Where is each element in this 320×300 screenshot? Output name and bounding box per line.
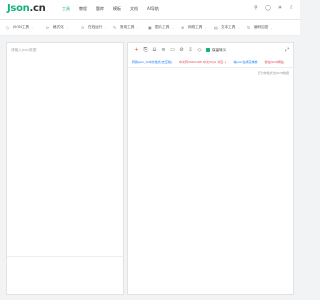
tool-image[interactable]: ▣ 图片工具 ⌄ — [148, 25, 174, 30]
keep-escape-label: 保留转义 — [212, 47, 227, 52]
escape-icon[interactable]: ≋ — [159, 47, 168, 53]
night-icon[interactable]: ☾ — [289, 5, 295, 11]
nav-item-ai-nav[interactable]: AI导航 — [147, 6, 159, 12]
nav-item-tools[interactable]: 工具 — [62, 6, 70, 12]
tool-text[interactable]: ▤ 文本工具 ⌄ — [214, 25, 240, 30]
nav-item-questions[interactable]: 题库 — [96, 6, 104, 12]
tool-encode[interactable]: ↻ 编码加密 ⌄ — [247, 25, 273, 30]
input-footer-area — [7, 256, 123, 294]
link-json-to-chinese[interactable]: 转换json_to中文格式(去空格) — [132, 60, 172, 64]
expand-icon[interactable]: ⤢ — [285, 47, 289, 53]
download-icon[interactable]: ⇩ — [186, 47, 195, 53]
nav-item-templates[interactable]: 模板 — [113, 6, 121, 12]
user-icon[interactable]: ◯ — [265, 5, 271, 11]
link-json-site[interactable]: 我在JSON网站 — [264, 60, 283, 64]
file-icon[interactable]: ▭ — [168, 47, 177, 53]
online-icon: ⊙ — [81, 25, 85, 30]
site-logo[interactable]: Json.cn — [7, 3, 46, 14]
json-input-panel: 请输入json数据 — [6, 42, 124, 295]
tool-online-run[interactable]: ⊙ 在线运行 ⌄ — [81, 25, 107, 30]
search-icon[interactable]: ⚲ — [253, 5, 259, 11]
nav-item-tutorial[interactable]: 教程 — [79, 6, 87, 12]
link-chinese-to-unicode[interactable]: 中文转UNICODE,中文(0)(0 对应..) — [179, 60, 226, 64]
light-icon[interactable]: ☀ — [277, 5, 283, 11]
web-icon: ⊕ — [181, 25, 185, 30]
image-icon: ▣ — [148, 25, 152, 30]
link-json-to-entity[interactable]: 将json生成实体类 — [233, 60, 257, 64]
copy-icon[interactable]: ⎘ — [141, 47, 150, 53]
tool-format[interactable]: ⊳ 格式化 ⌄ — [46, 25, 68, 30]
json-icon: ◇ — [6, 25, 10, 30]
output-toolbar: + ⎘ ⇊ ≋ ▭ ⊘ ⇩ ◇ 保留转义 — [132, 47, 226, 53]
quick-links: 转换json_to中文格式(去空格) 中文转UNICODE,中文(0)(0 对应… — [132, 60, 291, 64]
nav-item-docs[interactable]: 文档 — [130, 6, 138, 12]
encode-icon: ↻ — [247, 25, 251, 30]
output-divider — [128, 67, 293, 68]
main-nav: 工具 教程 题库 模板 文档 AI导航 — [62, 6, 168, 12]
compress-icon[interactable]: ⇊ — [150, 47, 159, 53]
keep-escape-checkbox[interactable] — [206, 48, 210, 52]
share-icon[interactable]: ⊘ — [177, 47, 186, 53]
tool-common[interactable]: ✎ 常用工具 ⌄ — [113, 25, 139, 30]
fullscreen-icon[interactable]: ◇ — [195, 47, 204, 53]
tool-category-bar: ◇ JSON工具 ⌄ ⊳ 格式化 ⌄ ⊙ 在线运行 ⌄ ✎ 常用工具 ⌄ ▣ 图片工具 ⌄ ⊕ 网络工… — [0, 20, 300, 36]
tool-network[interactable]: ⊕ 网络工具 ⌄ — [181, 25, 207, 30]
add-icon[interactable]: + — [132, 47, 141, 53]
text-icon: ▤ — [214, 25, 218, 30]
format-icon: ⊳ — [46, 25, 50, 30]
format-hint: 已为你格式化JSON数据 — [257, 71, 289, 75]
code-icon: ✎ — [113, 25, 117, 30]
tool-json[interactable]: ◇ JSON工具 ⌄ — [6, 25, 34, 30]
json-output-panel: + ⎘ ⇊ ≋ ▭ ⊘ ⇩ ◇ 保留转义 ⤢ 转换json_to中文格式(去空格… — [127, 42, 294, 295]
top-navigation-bar: Json.cn 工具 教程 题库 模板 文档 AI导航 ⚲ ◯ ☀ ☾ — [0, 0, 300, 20]
json-input-placeholder[interactable]: 请输入json数据 — [11, 48, 36, 53]
